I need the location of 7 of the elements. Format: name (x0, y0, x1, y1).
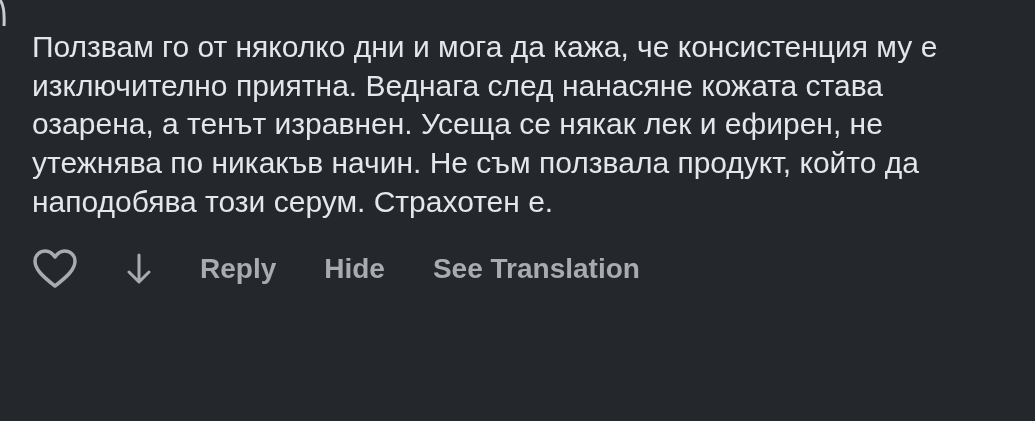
down-arrow-icon[interactable] (126, 252, 152, 285)
action-link[interactable]: Hide (324, 247, 385, 290)
action-link[interactable]: See Translation (432, 247, 640, 290)
heart-icon[interactable] (32, 248, 78, 289)
comment-text: Ползвам го от няколко дни и мога да кажа, че консистенция му е изключително приятна. Веднага след нанасяне кожата става озарена, а тенът изравнен. Усеща се някак лек и ефирен, не утежнява по никакъв начин. Не съм ползвала продукт, който да наподобява този серум. Страхотен е. (32, 29, 939, 220)
thread-line (0, 0, 6, 26)
action-link[interactable]: Reply (200, 247, 277, 290)
